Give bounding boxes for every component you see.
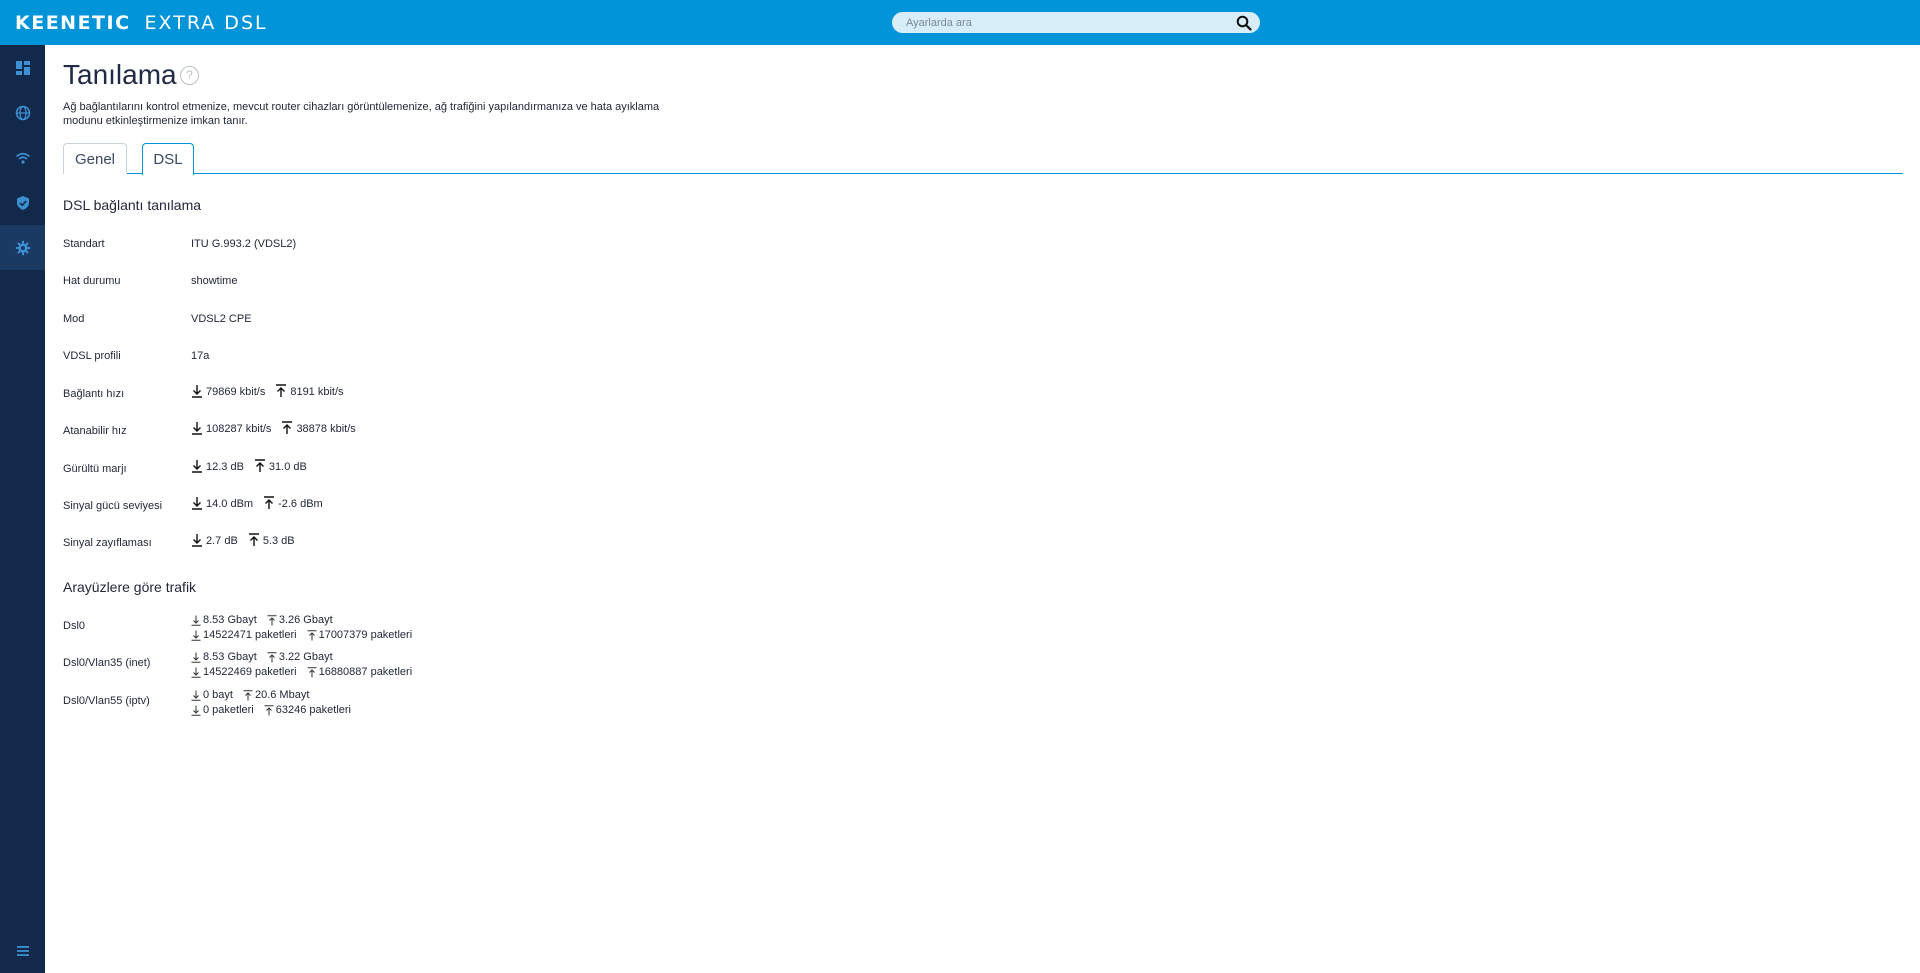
page-description: Ağ bağlantılarını kontrol etmenize, mevc… — [63, 101, 660, 127]
upload-arrow-icon — [243, 690, 253, 701]
row-value-signal-attenuation: 2.7 dB 5.3 dB — [191, 533, 295, 547]
upload-arrow-icon — [267, 615, 277, 626]
brand-logo[interactable]: KEENETIC EXTRA DSL — [15, 11, 268, 35]
search-input[interactable] — [906, 14, 1226, 31]
tab-dsl[interactable]: DSL — [142, 143, 194, 175]
sidebar-item-wifi[interactable] — [0, 135, 45, 180]
upload-arrow-icon — [307, 667, 317, 678]
dashboard-icon — [15, 60, 30, 75]
sidebar-menu-toggle[interactable] — [0, 928, 45, 973]
upload-arrow-icon — [282, 421, 293, 434]
tab-bar: Genel DSL — [63, 143, 1903, 175]
upload-arrow-icon — [264, 705, 274, 716]
row-value-connection-speed: 79869 kbit/s 8191 kbit/s — [191, 384, 344, 398]
download-arrow-icon — [191, 630, 201, 641]
sidebar-item-settings[interactable] — [0, 225, 45, 270]
row-value-line-state: showtime — [191, 275, 238, 287]
brand-name: KEENETIC — [15, 12, 131, 34]
brand-model: EXTRA DSL — [144, 12, 268, 34]
row-label-line-state: Hat durumu — [63, 275, 121, 287]
download-arrow-icon — [191, 690, 201, 701]
shield-icon — [16, 195, 29, 210]
section-title-dsl: DSL bağlantı tanılama — [63, 197, 202, 213]
row-value-noise-margin: 12.3 dB 31.0 dB — [191, 459, 307, 473]
download-arrow-icon — [192, 422, 202, 435]
menu-icon — [16, 945, 29, 956]
row-label-mode: Mod — [63, 313, 85, 325]
upload-arrow-icon — [248, 533, 259, 546]
search-box — [892, 12, 1260, 33]
row-label-noise-margin: Gürültü marjı — [63, 463, 127, 475]
row-value-vdsl-profile: 17a — [191, 350, 210, 362]
row-label-signal-power: Sinyal gücü seviyesi — [63, 500, 163, 512]
download-arrow-icon — [192, 385, 202, 398]
wifi-icon — [15, 152, 30, 164]
traffic-label-dsl0-vlan55: Dsl0/Vlan55 (iptv) — [63, 695, 150, 707]
traffic-value-dsl0-vlan55: 0 bayt 20.6 Mbayt 0 paketleri 63246 pake… — [191, 686, 351, 716]
row-value-standard: ITU G.993.2 (VDSL2) — [191, 238, 297, 250]
download-arrow-icon — [192, 534, 202, 547]
upload-arrow-icon — [264, 496, 275, 509]
download-arrow-icon — [191, 652, 201, 663]
row-label-vdsl-profile: VDSL profili — [63, 350, 121, 362]
gear-icon — [15, 240, 30, 255]
download-arrow-icon — [191, 705, 201, 716]
sidebar-item-dashboard[interactable] — [0, 45, 45, 90]
row-label-signal-attenuation: Sinyal zayıflaması — [63, 537, 152, 549]
tab-general[interactable]: Genel — [63, 143, 127, 174]
section-title-traffic: Arayüzlere göre trafik — [63, 579, 197, 595]
traffic-label-dsl0-vlan35: Dsl0/Vlan35 (inet) — [63, 657, 151, 669]
search-icon[interactable] — [1236, 15, 1252, 31]
page-title: Tanılama — [63, 59, 177, 90]
traffic-label-dsl0: Dsl0 — [63, 620, 86, 632]
upload-arrow-icon — [267, 652, 277, 663]
top-bar: KEENETIC EXTRA DSL — [0, 0, 1920, 45]
row-value-mode: VDSL2 CPE — [191, 313, 252, 325]
row-label-standard: Standart — [63, 238, 105, 250]
sidebar-item-internet[interactable] — [0, 90, 45, 135]
help-icon[interactable]: ? — [180, 66, 199, 85]
sidebar — [0, 45, 45, 973]
row-value-signal-power: 14.0 dBm -2.6 dBm — [191, 496, 323, 510]
download-arrow-icon — [192, 497, 202, 510]
traffic-value-dsl0: 8.53 Gbayt 3.26 Gbayt 14522471 paketleri… — [191, 611, 412, 641]
row-label-connection-speed: Bağlantı hızı — [63, 388, 125, 400]
download-arrow-icon — [192, 460, 202, 473]
globe-icon — [15, 105, 30, 120]
traffic-value-dsl0-vlan35: 8.53 Gbayt 3.22 Gbayt 14522469 paketleri… — [191, 648, 412, 678]
sidebar-item-security[interactable] — [0, 180, 45, 225]
upload-arrow-icon — [307, 630, 317, 641]
download-arrow-icon — [191, 615, 201, 626]
upload-arrow-icon — [254, 459, 265, 472]
row-value-attainable-rate: 108287 kbit/s 38878 kbit/s — [191, 421, 356, 435]
upload-arrow-icon — [276, 384, 287, 397]
row-label-attainable-rate: Atanabilir hız — [63, 425, 127, 437]
download-arrow-icon — [191, 667, 201, 678]
